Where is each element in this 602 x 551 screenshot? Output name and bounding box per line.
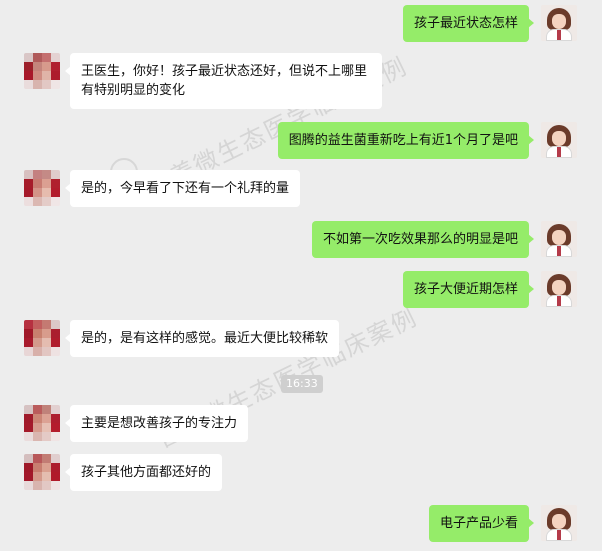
message-bubble[interactable]: 主要是想改善孩子的专注力 bbox=[64, 405, 249, 442]
contact-avatar[interactable] bbox=[24, 170, 60, 206]
chat-window: 营养微生态医学临床案例 营养微生态医学临床案例 孩子最近状态怎样 王医生，你好！… bbox=[0, 0, 602, 551]
contact-avatar[interactable] bbox=[24, 320, 60, 356]
message-bubble[interactable]: 图腾的益生菌重新吃上有近1个月了是吧 bbox=[277, 122, 535, 159]
message-bubble[interactable]: 孩子最近状态怎样 bbox=[402, 5, 535, 42]
message-bubble[interactable]: 不如第一次吃效果那么的明显是吧 bbox=[311, 221, 535, 258]
user-avatar[interactable] bbox=[541, 505, 577, 541]
user-avatar[interactable] bbox=[541, 221, 577, 257]
message-bubble[interactable]: 王医生，你好！孩子最近状态还好，但说不上哪里有特别明显的变化 bbox=[65, 53, 382, 109]
pixelated-avatar-icon bbox=[24, 53, 60, 89]
contact-avatar[interactable] bbox=[24, 405, 60, 441]
doctor-avatar-icon bbox=[541, 271, 577, 307]
user-avatar[interactable] bbox=[541, 271, 577, 307]
contact-avatar[interactable] bbox=[24, 454, 60, 490]
message-bubble[interactable]: 孩子大便近期怎样 bbox=[402, 271, 535, 308]
contact-avatar[interactable] bbox=[24, 53, 60, 89]
pixelated-avatar-icon bbox=[24, 454, 60, 490]
message-bubble[interactable]: 电子产品少看 bbox=[428, 505, 535, 542]
doctor-avatar-icon bbox=[541, 505, 577, 541]
chat-timestamp: 16:33 bbox=[281, 375, 323, 393]
message-bubble[interactable]: 是的，今早看了下还有一个礼拜的量 bbox=[64, 170, 301, 207]
pixelated-avatar-icon bbox=[24, 170, 60, 206]
doctor-avatar-icon bbox=[541, 221, 577, 257]
message-bubble[interactable]: 是的，是有这样的感觉。最近大便比较稀软 bbox=[64, 320, 340, 357]
user-avatar[interactable] bbox=[541, 5, 577, 41]
message-bubble[interactable]: 孩子其他方面都还好的 bbox=[64, 454, 223, 491]
user-avatar[interactable] bbox=[541, 122, 577, 158]
pixelated-avatar-icon bbox=[24, 405, 60, 441]
doctor-avatar-icon bbox=[541, 5, 577, 41]
pixelated-avatar-icon bbox=[24, 320, 60, 356]
doctor-avatar-icon bbox=[541, 122, 577, 158]
